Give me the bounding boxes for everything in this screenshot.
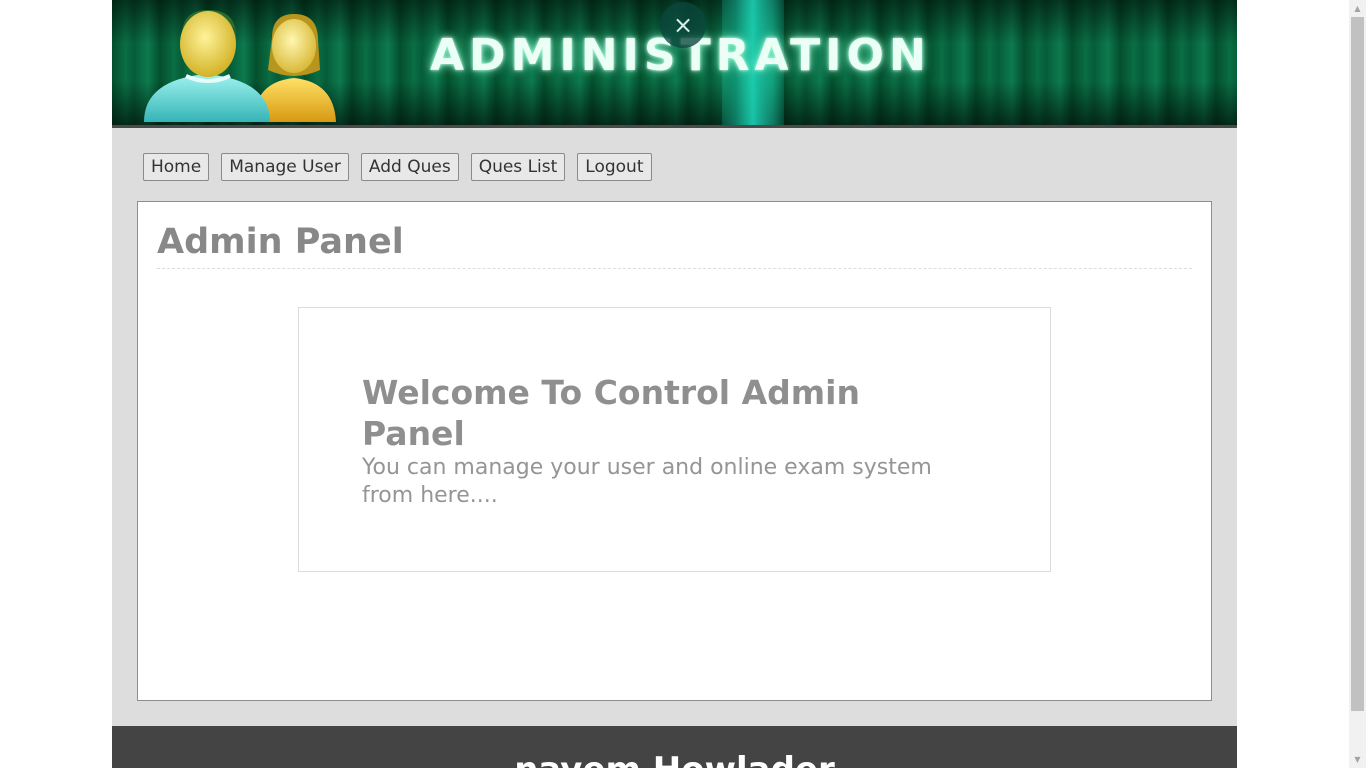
scroll-down-icon[interactable]: ▼ <box>1349 751 1366 768</box>
page-title: Admin Panel <box>157 222 404 262</box>
page-container: ADMINISTRATION × Home Manage User Add Qu… <box>112 0 1237 768</box>
admin-panel: Admin Panel Welcome To Control Admin Pan… <box>137 201 1212 701</box>
nav-logout-button[interactable]: Logout <box>577 153 652 181</box>
welcome-heading: Welcome To Control Admin Panel <box>362 373 860 453</box>
welcome-text: You can manage your user and online exam… <box>362 455 932 508</box>
close-icon[interactable]: × <box>660 2 706 48</box>
nav-add-ques-button[interactable]: Add Ques <box>360 153 459 181</box>
title-divider <box>157 268 1192 269</box>
footer-text: nayem Howlader <box>112 750 1237 768</box>
scroll-up-icon[interactable]: ▲ <box>1349 0 1366 17</box>
main-nav: Home Manage User Add Ques Ques List Logo… <box>143 153 652 183</box>
page-scrollbar[interactable]: ▲ ▼ <box>1349 0 1366 768</box>
nav-manage-user-button[interactable]: Manage User <box>221 153 349 181</box>
scroll-thumb[interactable] <box>1351 17 1364 711</box>
welcome-card: Welcome To Control Admin Panel You can m… <box>298 307 1051 572</box>
nav-ques-list-button[interactable]: Ques List <box>470 153 566 181</box>
header-banner: ADMINISTRATION × <box>112 0 1237 128</box>
users-icon <box>144 10 336 122</box>
nav-home-button[interactable]: Home <box>143 153 210 181</box>
footer: nayem Howlader <box>112 726 1237 768</box>
